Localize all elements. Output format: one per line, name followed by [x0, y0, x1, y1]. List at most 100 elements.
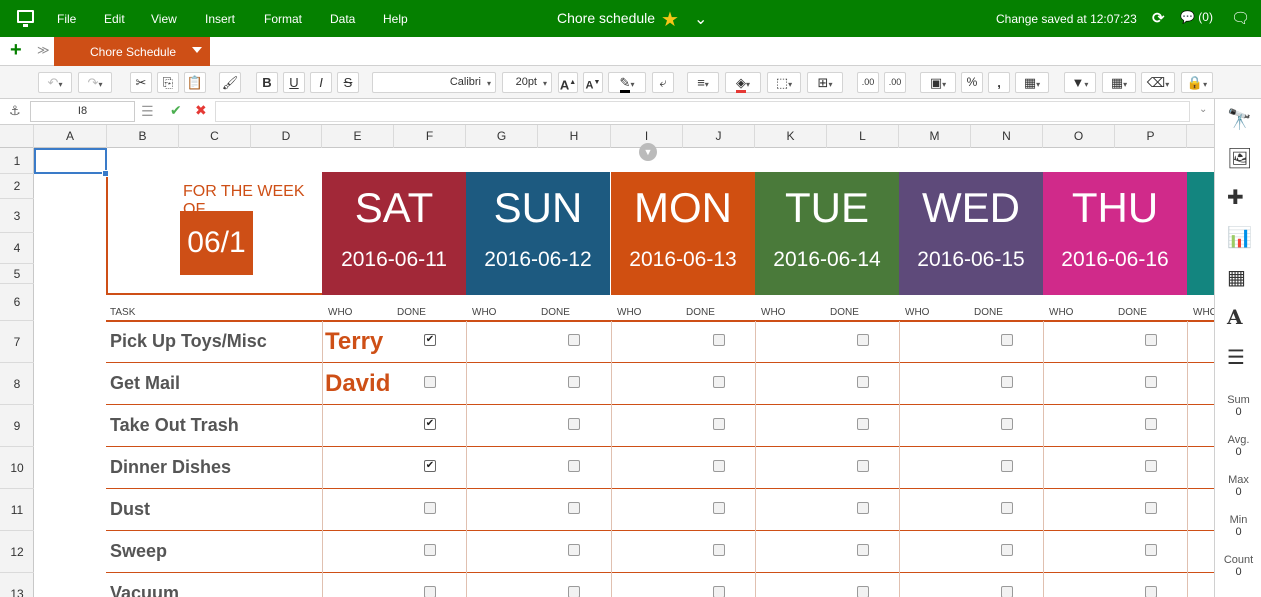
bar-chart-icon[interactable]: 📊 — [1227, 225, 1252, 250]
select-all-corner[interactable] — [0, 125, 34, 148]
done-checkbox[interactable] — [424, 376, 436, 388]
done-checkbox[interactable] — [713, 418, 725, 430]
done-checkbox[interactable] — [857, 418, 869, 430]
done-checkbox[interactable] — [1001, 502, 1013, 514]
number-format-button[interactable]: ▣▾ — [920, 72, 956, 93]
list-icon[interactable]: ☰ — [1227, 345, 1245, 370]
column-header-e[interactable]: E — [322, 125, 394, 148]
confirm-icon[interactable]: ✔ — [170, 102, 182, 119]
done-checkbox[interactable] — [1001, 376, 1013, 388]
row-header-1[interactable]: 1 — [0, 148, 34, 174]
column-header-l[interactable]: L — [827, 125, 899, 148]
done-checkbox[interactable] — [1001, 334, 1013, 346]
expand-formula-icon[interactable]: ⌄ — [1199, 104, 1207, 115]
done-checkbox[interactable] — [1145, 376, 1157, 388]
merge-cells-button[interactable]: ⊞▾ — [807, 72, 843, 93]
binoculars-icon[interactable]: 🔭 — [1227, 107, 1252, 132]
decrease-decimal-icon[interactable]: .00 — [857, 72, 879, 93]
done-checkbox[interactable] — [424, 586, 436, 597]
done-checkbox[interactable] — [857, 460, 869, 472]
row-header-3[interactable]: 3 — [0, 199, 34, 233]
done-checkbox[interactable] — [568, 544, 580, 556]
bold-button[interactable]: B — [256, 72, 278, 93]
week-date[interactable]: 06/1 — [180, 211, 253, 275]
strikethrough-button[interactable]: S — [337, 72, 359, 93]
comma-button[interactable]: , — [988, 72, 1010, 93]
done-checkbox[interactable] — [857, 586, 869, 597]
done-checkbox[interactable] — [857, 376, 869, 388]
column-header-b[interactable]: B — [107, 125, 179, 148]
row-header-10[interactable]: 10 — [0, 447, 34, 489]
refresh-icon[interactable]: ⟳ — [1152, 9, 1165, 27]
anchor-icon[interactable]: ⚓ — [9, 103, 21, 119]
done-checkbox[interactable] — [713, 502, 725, 514]
tab-chore-schedule[interactable]: Chore Schedule — [54, 37, 210, 66]
done-checkbox[interactable] — [857, 502, 869, 514]
menu-edit[interactable]: Edit — [104, 12, 125, 26]
text-color-button[interactable]: ✎▾ — [608, 72, 646, 93]
done-checkbox[interactable] — [568, 502, 580, 514]
column-header-c[interactable]: C — [179, 125, 251, 148]
done-checkbox[interactable]: ✔ — [424, 334, 436, 346]
spreadsheet-grid[interactable]: ABCDEFGHIJKLMNOP 1 2 3 4 5 6 7 8 9 10 11 12 13 FOR T… — [0, 125, 1214, 597]
row-header-8[interactable]: 8 — [0, 363, 34, 405]
wrap-text-icon[interactable]: ⤶ — [652, 72, 674, 93]
menu-help[interactable]: Help — [383, 12, 408, 26]
done-checkbox[interactable] — [1001, 418, 1013, 430]
day-block[interactable]: SUN 2016-06-12 — [466, 172, 610, 295]
underline-button[interactable]: U — [283, 72, 305, 93]
column-header-m[interactable]: M — [899, 125, 971, 148]
column-header-h[interactable]: H — [538, 125, 611, 148]
done-checkbox[interactable] — [1001, 460, 1013, 472]
column-header-k[interactable]: K — [755, 125, 827, 148]
done-checkbox[interactable] — [857, 544, 869, 556]
copy-icon[interactable]: ⎘ — [157, 72, 179, 93]
done-checkbox[interactable] — [424, 502, 436, 514]
done-checkbox[interactable] — [1145, 460, 1157, 472]
row-header-2[interactable]: 2 — [0, 174, 34, 199]
italic-button[interactable]: I — [310, 72, 332, 93]
cell-selection[interactable] — [34, 148, 107, 174]
clear-button[interactable]: ⌫▾ — [1141, 72, 1175, 93]
menu-file[interactable]: File — [57, 12, 76, 26]
day-block[interactable]: 2 — [1187, 172, 1214, 295]
done-checkbox[interactable] — [568, 334, 580, 346]
document-title[interactable]: Chore schedule — [557, 10, 655, 26]
menu-format[interactable]: Format — [264, 12, 302, 26]
who-value[interactable]: Terry — [325, 328, 383, 356]
sheet-list-icon[interactable]: ≫ — [37, 43, 50, 57]
column-header-o[interactable]: O — [1043, 125, 1115, 148]
chevron-down-icon[interactable]: ⌄ — [694, 9, 707, 29]
done-checkbox[interactable] — [713, 334, 725, 346]
formula-menu-icon[interactable]: ☰ — [141, 103, 154, 120]
chat-icon[interactable]: 🗨 — [1231, 9, 1250, 27]
font-size-select[interactable]: 20pt ▾ — [502, 72, 552, 93]
star-icon[interactable]: ★ — [661, 7, 679, 32]
column-header-n[interactable]: N — [971, 125, 1043, 148]
done-checkbox[interactable] — [568, 376, 580, 388]
done-checkbox[interactable] — [713, 586, 725, 597]
chevron-down-icon[interactable]: ▼ — [639, 143, 657, 161]
day-block[interactable]: TUE 2016-06-14 — [755, 172, 899, 295]
row-header-7[interactable]: 7 — [0, 321, 34, 363]
row-header-4[interactable]: 4 — [0, 233, 34, 264]
task-name[interactable]: Dust — [110, 499, 150, 520]
font-family-select[interactable]: Calibri ▾ — [372, 72, 496, 93]
done-checkbox[interactable] — [568, 460, 580, 472]
task-name[interactable]: Get Mail — [110, 373, 180, 394]
add-sheet-button[interactable]: + — [10, 39, 22, 62]
done-checkbox[interactable] — [1001, 544, 1013, 556]
done-checkbox[interactable] — [1145, 586, 1157, 597]
day-block[interactable]: MON 2016-06-13 — [611, 172, 755, 295]
done-checkbox[interactable] — [1145, 502, 1157, 514]
done-checkbox[interactable]: ✔ — [424, 460, 436, 472]
row-header-12[interactable]: 12 — [0, 531, 34, 573]
fill-handle[interactable] — [102, 170, 109, 177]
row-header-6[interactable]: 6 — [0, 284, 34, 321]
task-name[interactable]: Sweep — [110, 541, 167, 562]
formula-input[interactable] — [215, 101, 1190, 122]
cancel-icon[interactable]: ✖ — [195, 102, 207, 119]
decrease-font-icon[interactable]: A▼ — [583, 72, 603, 93]
format-painter-icon[interactable]: 🖌 — [219, 72, 241, 93]
done-checkbox[interactable] — [713, 544, 725, 556]
